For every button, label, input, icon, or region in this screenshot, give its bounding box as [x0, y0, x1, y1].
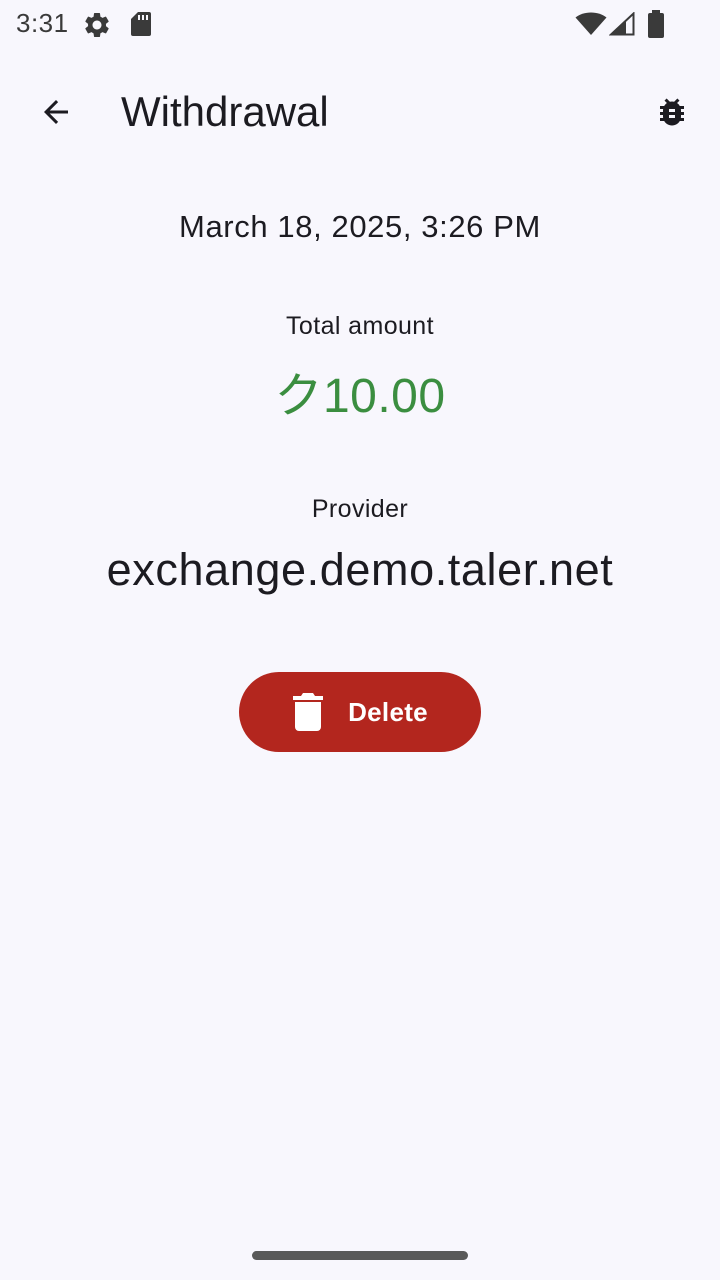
battery-icon: [648, 10, 664, 38]
app-bar: Withdrawal: [0, 64, 720, 160]
sd-card-icon: [131, 12, 151, 36]
provider-label: Provider: [311, 495, 409, 523]
delete-button-label: Delete: [348, 696, 428, 727]
status-time: 3:31: [16, 8, 69, 38]
provider-value: exchange.demo.taler.net: [106, 544, 614, 595]
status-bar: 3:31: [0, 0, 720, 48]
settings-gear-icon: [85, 12, 109, 38]
debug-button[interactable]: [638, 78, 706, 146]
total-amount-value: ク10.00: [274, 370, 446, 423]
arrow-back-icon: [44, 100, 68, 124]
trash-icon: [293, 693, 324, 731]
delete-button[interactable]: Delete: [239, 672, 481, 752]
back-button[interactable]: [22, 78, 90, 146]
cell-signal-icon: [609, 12, 635, 36]
page-title: Withdrawal: [121, 88, 329, 135]
transaction-timestamp: March 18, 2025, 3:26 PM: [179, 209, 541, 244]
total-amount-label: Total amount: [286, 312, 434, 340]
home-gesture-handle[interactable]: [252, 1251, 468, 1260]
bug-icon: [660, 98, 684, 126]
wifi-icon: [575, 12, 607, 35]
